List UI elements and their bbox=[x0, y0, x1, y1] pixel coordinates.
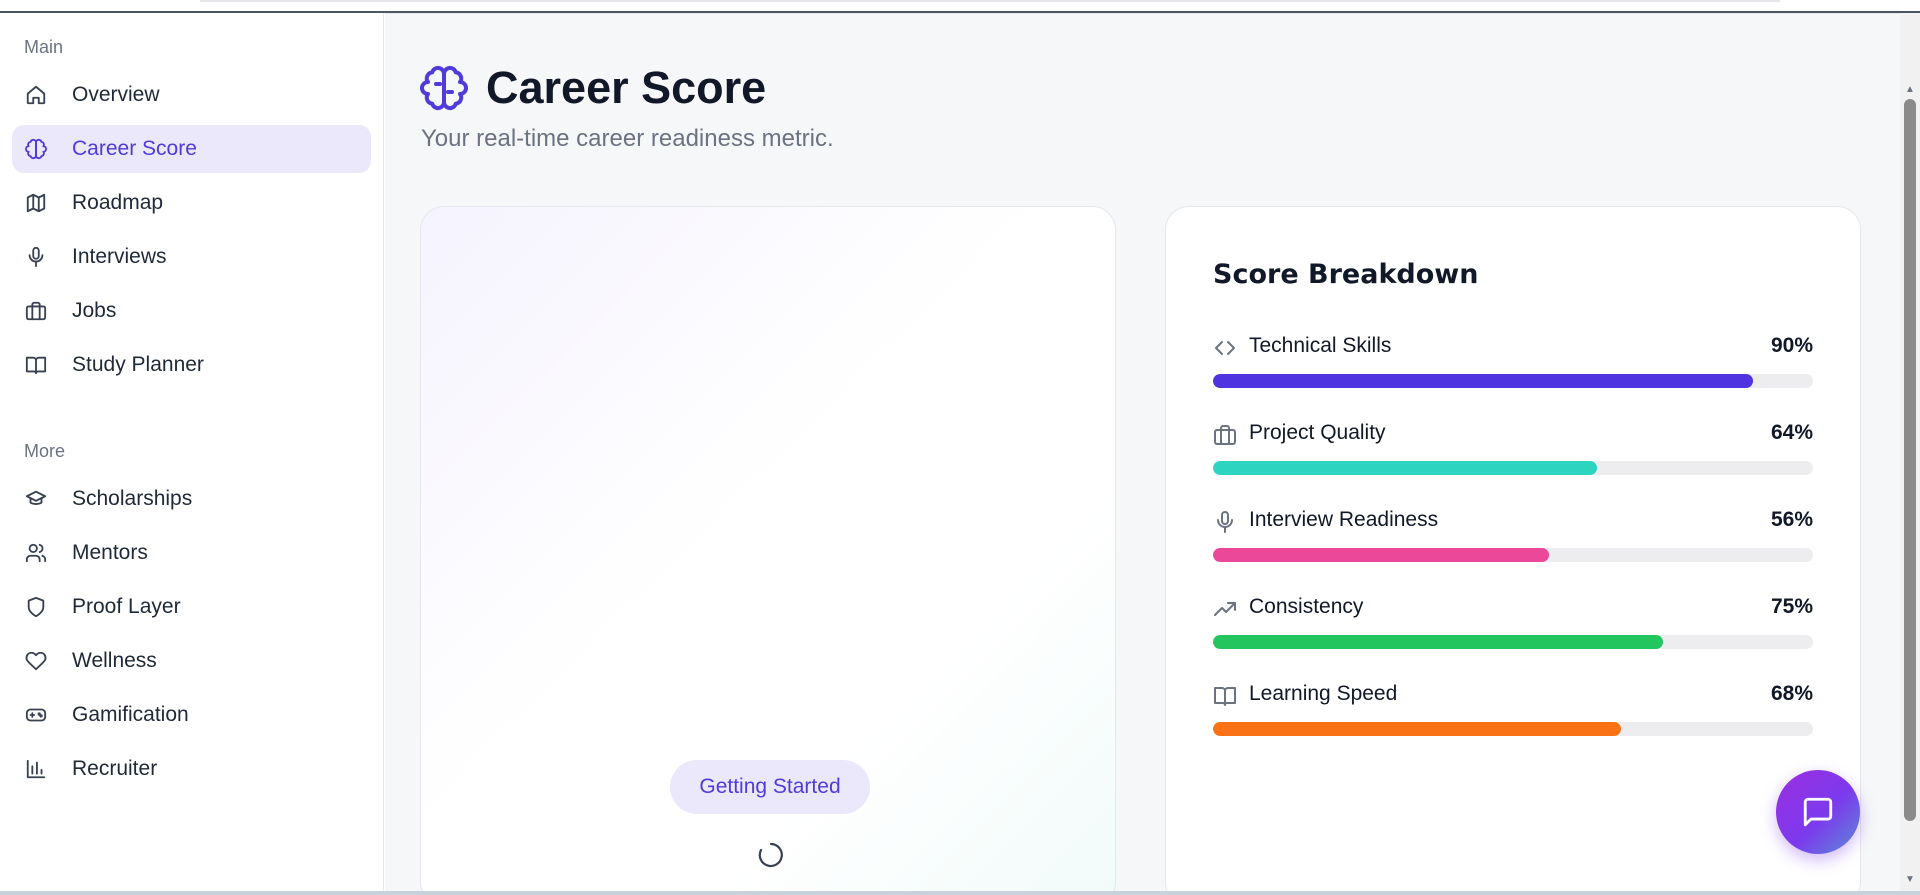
sidebar-item-career-score[interactable]: Career Score bbox=[12, 125, 371, 173]
sidebar-item-label: Gamification bbox=[72, 703, 189, 726]
shield-icon bbox=[24, 595, 48, 619]
sidebar-item-proof-layer[interactable]: Proof Layer bbox=[12, 583, 371, 631]
sidebar-item-overview[interactable]: Overview bbox=[12, 71, 371, 119]
sidebar-item-label: Mentors bbox=[72, 541, 148, 564]
book-icon bbox=[24, 353, 48, 377]
top-bar-strip bbox=[200, 0, 1780, 2]
sidebar-item-label: Jobs bbox=[72, 299, 117, 322]
progress-track bbox=[1213, 548, 1813, 562]
metric-value: 75% bbox=[1770, 595, 1813, 618]
sidebar-item-label: Scholarships bbox=[72, 487, 193, 510]
metric-interview-readiness: Interview Readiness 56% bbox=[1213, 508, 1813, 568]
bottom-edge bbox=[0, 891, 1920, 895]
sidebar-item-mentors[interactable]: Mentors bbox=[12, 529, 371, 577]
sidebar-item-label: Overview bbox=[72, 83, 160, 106]
sidebar-item-label: Recruiter bbox=[72, 757, 158, 780]
scrollbar[interactable]: ▲ ▼ bbox=[1900, 13, 1920, 891]
graduation-cap-icon bbox=[24, 487, 48, 511]
message-square-icon bbox=[1803, 797, 1833, 827]
metric-learning-speed: Learning Speed 68% bbox=[1213, 682, 1813, 742]
progress-track bbox=[1213, 722, 1813, 736]
main-content: Career Score Your real-time career readi… bbox=[385, 13, 1900, 895]
progress-fill bbox=[1213, 635, 1663, 649]
microphone-icon bbox=[1213, 510, 1237, 534]
trending-up-icon bbox=[1213, 597, 1237, 621]
score-level-badge: Getting Started bbox=[670, 760, 870, 814]
briefcase-icon bbox=[24, 299, 48, 323]
top-browser-edge bbox=[0, 0, 1920, 13]
progress-track bbox=[1213, 374, 1813, 388]
sidebar-item-jobs[interactable]: Jobs bbox=[12, 287, 371, 335]
users-icon bbox=[24, 541, 48, 565]
metric-project-quality: Project Quality 64% bbox=[1213, 421, 1813, 481]
sidebar: Main Overview Career Score Roadmap Inter… bbox=[0, 13, 384, 891]
progress-fill bbox=[1213, 722, 1621, 736]
metric-value: 56% bbox=[1770, 508, 1813, 531]
heart-icon bbox=[24, 649, 48, 673]
briefcase-icon bbox=[1213, 423, 1237, 447]
career-score-card: Getting Started bbox=[420, 206, 1116, 895]
loading-spinner-icon bbox=[758, 842, 783, 868]
chat-button[interactable] bbox=[1776, 770, 1860, 854]
page-title: Career Score bbox=[486, 62, 767, 113]
code-icon bbox=[1213, 336, 1237, 360]
brain-icon bbox=[24, 137, 48, 161]
scrollbar-thumb[interactable] bbox=[1904, 99, 1916, 821]
progress-fill bbox=[1213, 461, 1597, 475]
sidebar-item-scholarships[interactable]: Scholarships bbox=[12, 475, 371, 523]
metric-name: Consistency bbox=[1249, 595, 1364, 618]
scroll-up-arrow-icon[interactable]: ▲ bbox=[1904, 85, 1916, 95]
metric-value: 64% bbox=[1770, 421, 1813, 444]
scroll-down-arrow-icon[interactable]: ▼ bbox=[1904, 875, 1916, 885]
progress-track bbox=[1213, 635, 1813, 649]
metric-value: 68% bbox=[1770, 682, 1813, 705]
progress-track bbox=[1213, 461, 1813, 475]
map-icon bbox=[24, 191, 48, 215]
book-icon bbox=[1213, 684, 1237, 708]
microphone-icon bbox=[24, 245, 48, 269]
metric-name: Learning Speed bbox=[1249, 682, 1398, 705]
metric-technical-skills: Technical Skills 90% bbox=[1213, 334, 1813, 394]
progress-fill bbox=[1213, 548, 1549, 562]
home-icon bbox=[24, 83, 48, 107]
progress-fill bbox=[1213, 374, 1753, 388]
sidebar-item-roadmap[interactable]: Roadmap bbox=[12, 179, 371, 227]
metric-name: Technical Skills bbox=[1249, 334, 1392, 357]
section-label-main: Main bbox=[24, 37, 64, 57]
sidebar-item-gamification[interactable]: Gamification bbox=[12, 691, 371, 739]
breakdown-title: Score Breakdown bbox=[1213, 259, 1479, 290]
sidebar-item-label: Wellness bbox=[72, 649, 157, 672]
metric-name: Project Quality bbox=[1249, 421, 1386, 444]
sidebar-item-label: Career Score bbox=[72, 137, 197, 160]
sidebar-item-wellness[interactable]: Wellness bbox=[12, 637, 371, 685]
sidebar-item-recruiter[interactable]: Recruiter bbox=[12, 745, 371, 793]
sidebar-item-label: Roadmap bbox=[72, 191, 164, 214]
score-breakdown-card: Score Breakdown Technical Skills 90% Pro… bbox=[1165, 206, 1861, 895]
metric-consistency: Consistency 75% bbox=[1213, 595, 1813, 655]
page-subtitle: Your real-time career readiness metric. bbox=[421, 125, 834, 152]
sidebar-item-study-planner[interactable]: Study Planner bbox=[12, 341, 371, 389]
sidebar-item-interviews[interactable]: Interviews bbox=[12, 233, 371, 281]
sidebar-item-label: Proof Layer bbox=[72, 595, 181, 618]
metric-name: Interview Readiness bbox=[1249, 508, 1439, 531]
gamepad-icon bbox=[24, 703, 48, 727]
section-label-more: More bbox=[24, 441, 66, 461]
brain-icon bbox=[420, 64, 468, 112]
bar-chart-icon bbox=[24, 757, 48, 781]
sidebar-item-label: Interviews bbox=[72, 245, 167, 268]
sidebar-item-label: Study Planner bbox=[72, 353, 204, 376]
metric-value: 90% bbox=[1770, 334, 1813, 357]
